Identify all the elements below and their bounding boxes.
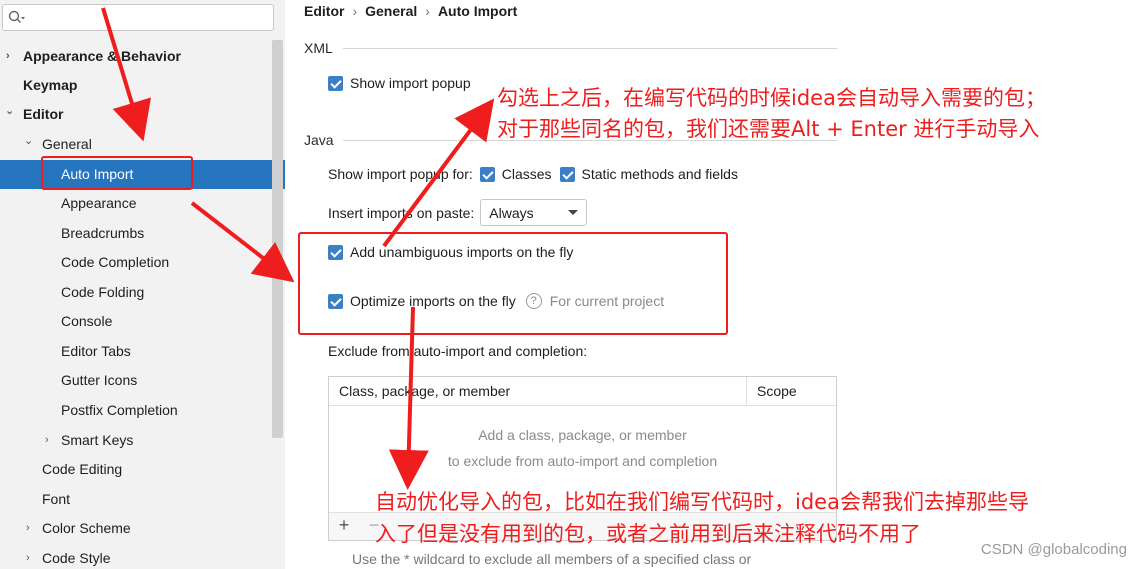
tree-item-color-scheme[interactable]: › Color Scheme bbox=[0, 514, 285, 543]
show-popup-for-label: Show import popup for: bbox=[328, 166, 473, 182]
tree-item-keymap[interactable]: Keymap bbox=[0, 71, 285, 100]
settings-sidebar: › Appearance & Behavior Keymap ⌄ Editor … bbox=[0, 0, 285, 569]
breadcrumb-auto-import: Auto Import bbox=[437, 3, 518, 19]
tree-item-general[interactable]: ⌄ General bbox=[0, 130, 285, 159]
tree-item-code-editing[interactable]: Code Editing bbox=[0, 455, 285, 484]
sidebar-scrollbar[interactable] bbox=[272, 40, 283, 438]
tree-item-appearance[interactable]: Appearance bbox=[0, 189, 285, 218]
xml-show-popup-checkbox[interactable] bbox=[328, 75, 343, 91]
exclude-label-text: Exclude from auto-import and completion: bbox=[328, 343, 588, 359]
annotation-text-bottom-1: 自动优化导入的包，比如在我们编写代码时，idea会帮我们去掉那些导 bbox=[375, 490, 1029, 514]
tree-item-appearance-behavior[interactable]: › Appearance & Behavior bbox=[0, 42, 285, 71]
annotation-box-fly-options bbox=[298, 232, 728, 335]
breadcrumb-editor[interactable]: Editor bbox=[304, 3, 344, 19]
static-methods-label: Static methods and fields bbox=[581, 166, 738, 182]
insert-on-paste-value: Always bbox=[489, 204, 534, 221]
tree-item-font[interactable]: Font bbox=[0, 485, 285, 514]
exclude-table: Class, package, or member Scope Add a cl… bbox=[328, 376, 837, 541]
add-icon[interactable]: + bbox=[333, 515, 355, 536]
insert-on-paste-dropdown[interactable]: Always bbox=[480, 199, 588, 226]
tree-item-smart-keys[interactable]: › Smart Keys bbox=[0, 426, 285, 455]
annotation-box-auto-import bbox=[41, 156, 193, 190]
tree-item-gutter-icons[interactable]: Gutter Icons bbox=[0, 366, 285, 395]
xml-show-popup-label: Show import popup bbox=[350, 75, 471, 91]
watermark: CSDN @globalcoding bbox=[980, 541, 1127, 558]
wildcard-hint: Use the * wildcard to exclude all member… bbox=[352, 551, 752, 567]
column-header-class[interactable]: Class, package, or member bbox=[329, 377, 747, 406]
chevron-right-icon[interactable]: › bbox=[26, 544, 30, 569]
classes-label: Classes bbox=[501, 166, 552, 182]
xml-section-title: XML bbox=[304, 40, 333, 56]
tree-item-code-completion[interactable]: Code Completion bbox=[0, 248, 285, 277]
tree-item-console[interactable]: Console bbox=[0, 307, 285, 336]
dropdown-arrow-icon bbox=[568, 210, 579, 215]
empty-table-text-2: to exclude from auto-import and completi… bbox=[447, 453, 718, 469]
annotation-text-top-2: 对于那些同名的包，我们还需要Alt + Enter 进行手动导入 bbox=[497, 117, 1040, 141]
xml-separator bbox=[343, 48, 837, 49]
search-icon bbox=[8, 10, 25, 23]
tree-item-breadcrumbs[interactable]: Breadcrumbs bbox=[0, 219, 285, 248]
tree-item-code-style[interactable]: › Code Style bbox=[0, 544, 285, 569]
insert-on-paste-label: Insert imports on paste: bbox=[328, 204, 475, 221]
column-header-scope[interactable]: Scope bbox=[747, 377, 836, 406]
breadcrumb-separator: › bbox=[425, 3, 430, 19]
java-section-title: Java bbox=[304, 132, 334, 148]
empty-table-text-1[interactable]: Add a class, package, or member bbox=[329, 427, 836, 443]
java-show-popup-for-row: Show import popup for: Classes Static me… bbox=[328, 166, 738, 182]
annotation-text-bottom-2: 入了但是没有用到的包，或者之前用到后来注释代码不用了 bbox=[375, 522, 921, 546]
xml-show-popup-option[interactable]: Show import popup bbox=[328, 75, 471, 91]
chevron-right-icon[interactable]: › bbox=[6, 42, 10, 71]
insert-on-paste-row: Insert imports on paste: Always bbox=[328, 199, 588, 226]
breadcrumb-separator: › bbox=[352, 3, 358, 19]
chevron-right-icon[interactable]: › bbox=[26, 514, 30, 543]
chevron-down-icon[interactable]: ⌄ bbox=[5, 97, 14, 126]
settings-search-input[interactable] bbox=[2, 4, 274, 31]
chevron-right-icon[interactable]: › bbox=[45, 426, 49, 455]
static-methods-checkbox[interactable] bbox=[559, 166, 575, 182]
breadcrumb: Editor › General › Auto Import bbox=[304, 3, 517, 19]
classes-checkbox[interactable] bbox=[479, 166, 495, 182]
annotation-text-top-1: 勾选上之后，在编写代码的时候idea会自动导入需要的包； bbox=[497, 86, 1046, 110]
exclude-label: Exclude from auto-import and completion: bbox=[328, 343, 587, 359]
tree-item-postfix-completion[interactable]: Postfix Completion bbox=[0, 396, 285, 425]
breadcrumb-general[interactable]: General bbox=[365, 3, 417, 19]
tree-item-code-folding[interactable]: Code Folding bbox=[0, 278, 285, 307]
tree-item-editor[interactable]: ⌄ Editor bbox=[0, 100, 285, 129]
chevron-down-icon[interactable]: ⌄ bbox=[24, 127, 33, 156]
tree-item-editor-tabs[interactable]: Editor Tabs bbox=[0, 337, 285, 366]
